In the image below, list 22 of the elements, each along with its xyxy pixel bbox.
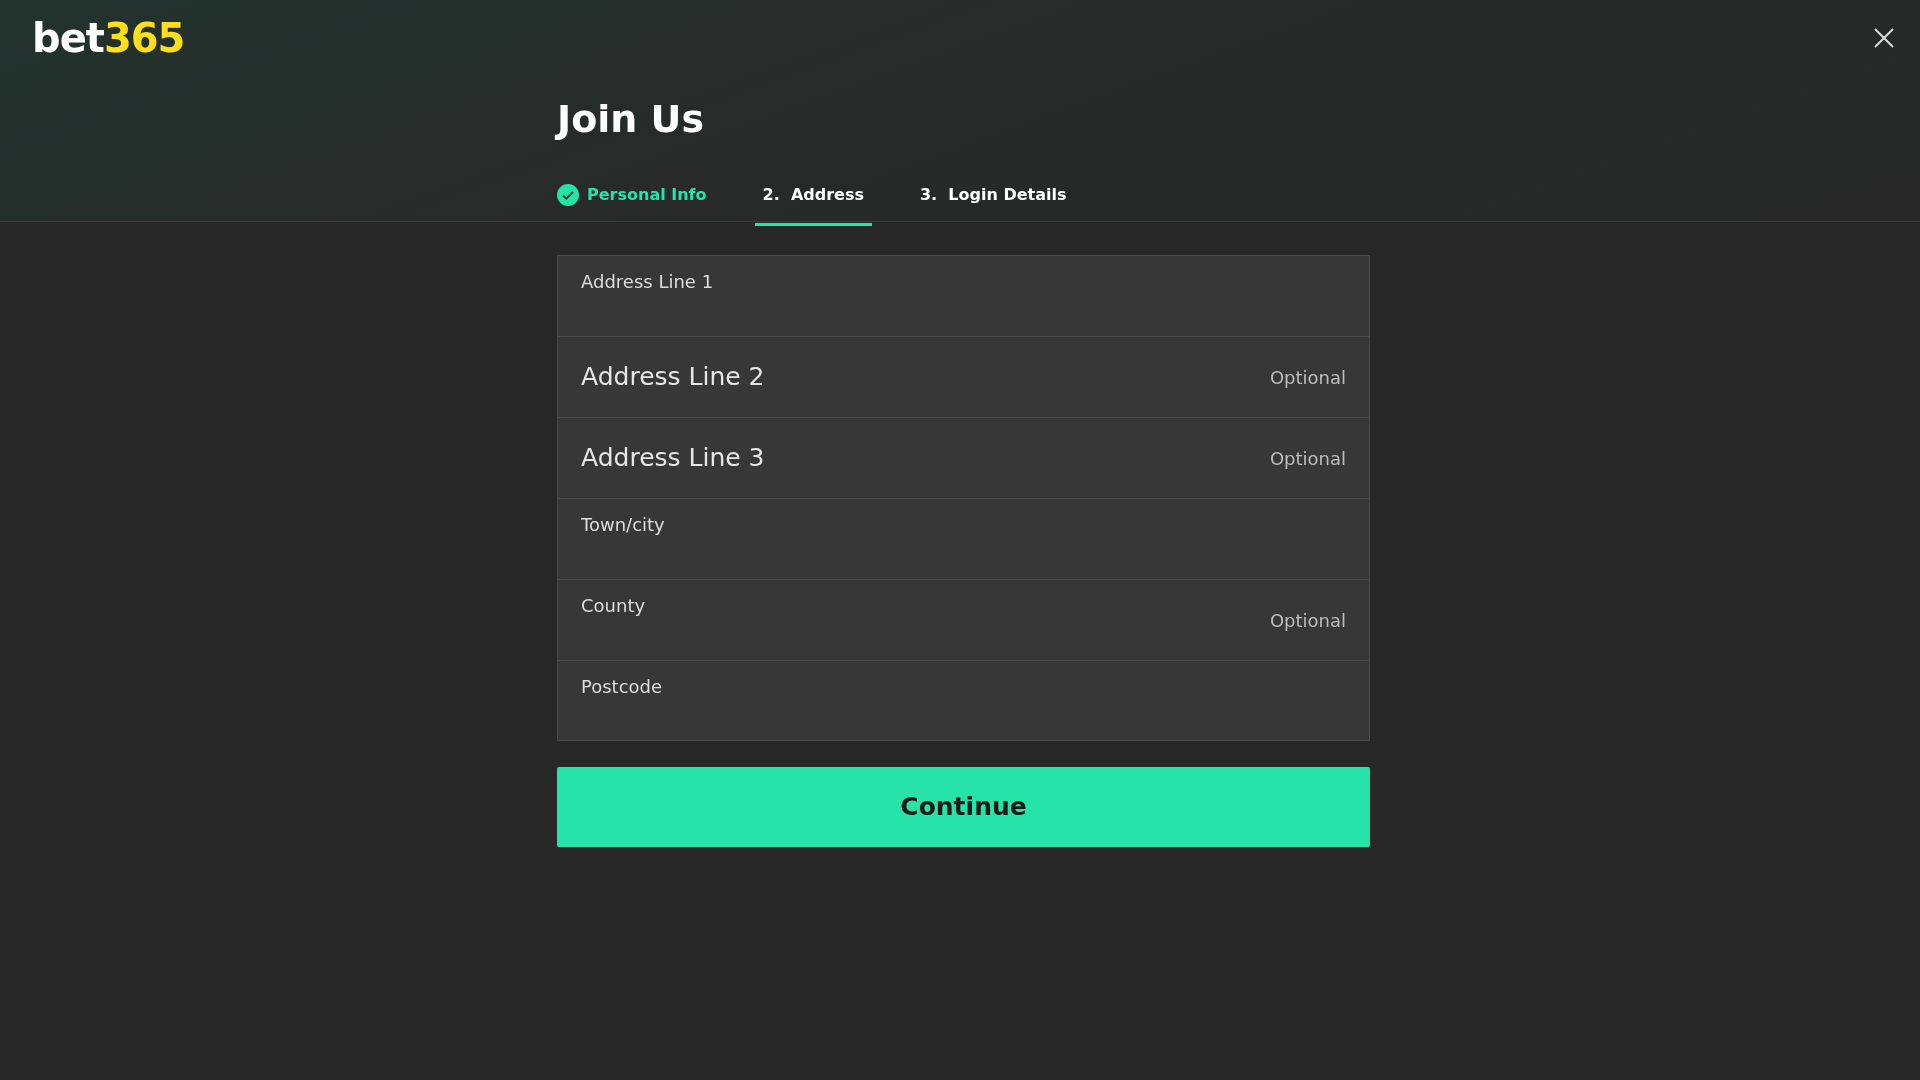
logo[interactable]: bet365: [32, 15, 185, 61]
check-icon: [557, 184, 579, 206]
field-label: Postcode: [581, 675, 663, 699]
field-label: County: [581, 594, 646, 618]
input-field[interactable]: Address Line 3 Optional: [558, 418, 1369, 499]
step-tab[interactable]: Personal Info: [557, 183, 715, 226]
continue-button[interactable]: Continue: [557, 767, 1370, 847]
field-label: Address Line 2: [581, 361, 765, 394]
input-field[interactable]: County Optional: [558, 580, 1369, 661]
optional-hint: Optional: [1269, 365, 1346, 390]
optional-hint: Optional: [1269, 608, 1346, 633]
field-label: Address Line 1: [581, 270, 714, 294]
input-field[interactable]: Address Line 1: [558, 256, 1369, 337]
input-field[interactable]: Postcode: [558, 661, 1369, 740]
input-field[interactable]: Address Line 2 Optional: [558, 337, 1369, 418]
input-field[interactable]: Town/city: [558, 499, 1369, 580]
step-tab[interactable]: 3. Login Details: [911, 183, 1075, 226]
field-label: Address Line 3: [581, 442, 765, 475]
field-label: Town/city: [581, 513, 665, 537]
page-title: Join Us: [557, 100, 706, 138]
optional-hint: Optional: [1269, 446, 1346, 471]
step-tab[interactable]: 2. Address: [754, 183, 872, 226]
